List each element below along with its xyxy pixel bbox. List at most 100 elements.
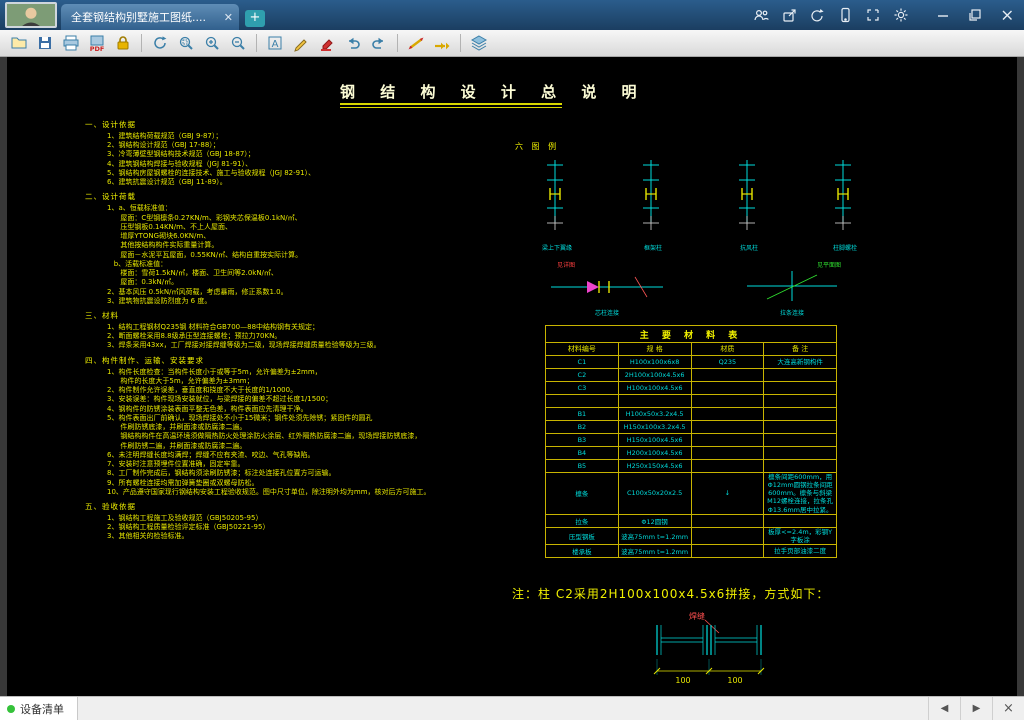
measure-length-button[interactable] xyxy=(403,31,429,55)
print-button[interactable] xyxy=(58,31,84,55)
cell-material-no: C1 xyxy=(546,356,619,369)
measure-continuous-button[interactable] xyxy=(429,31,455,55)
cell-material-no: C2 xyxy=(546,369,619,382)
tab-title: 全套钢结构别墅施工图纸.... xyxy=(71,9,218,25)
table-row: B2 H150x100x3.2x4.5 xyxy=(546,421,837,434)
legend-note: 见平面图 xyxy=(737,260,841,269)
cell-grade xyxy=(691,434,764,447)
section-heading: 三、材料 xyxy=(85,310,535,321)
zoom-window-icon xyxy=(177,34,195,52)
pen-icon xyxy=(292,34,310,52)
cell-spec: 波高75mm t=1.2mm xyxy=(618,527,691,544)
cell-grade: ↓ xyxy=(691,473,764,515)
zoom-out-icon xyxy=(229,34,247,52)
canvas-frame: 钢 结 构 设 计 总 说 明 一、设计依据 1、建筑结构荷载规范（GBJ 9-… xyxy=(0,57,1024,696)
legend-heading: 六 图 例 xyxy=(515,141,907,152)
cell-note: 大连高新钢构件 xyxy=(764,356,837,369)
contacts-button[interactable] xyxy=(752,6,770,24)
undo-button[interactable] xyxy=(340,31,366,55)
new-tab-button[interactable]: + xyxy=(245,10,265,27)
cell-spec: 2H100x100x4.5x6 xyxy=(618,369,691,382)
column-symbol-icon xyxy=(621,158,685,238)
device-list-panel-toggle[interactable]: 设备清单 xyxy=(0,697,78,720)
cell-material-no: 檩条 xyxy=(546,473,619,515)
legend-symbol: 框架柱 xyxy=(617,158,689,252)
weld-label: 焊缝 xyxy=(689,611,705,621)
table-row: C2 2H100x100x4.5x6 xyxy=(546,369,837,382)
avatar-photo xyxy=(7,4,55,28)
zoom-window-button[interactable] xyxy=(173,31,199,55)
column-symbol-icon xyxy=(717,158,781,238)
legend-symbol: 柱脚螺栓 xyxy=(809,158,881,252)
zoom-in-button[interactable] xyxy=(199,31,225,55)
legend-symbol-lower: 见平面图 拉条连接 xyxy=(737,260,847,317)
maximize-button[interactable] xyxy=(966,6,984,24)
settings-button[interactable] xyxy=(892,6,910,24)
table-row xyxy=(546,395,837,408)
minimize-button[interactable] xyxy=(934,6,952,24)
undo-icon xyxy=(344,34,362,52)
column-header: 备 注 xyxy=(764,343,837,356)
pen-annotate-button[interactable] xyxy=(288,31,314,55)
highlighter-button[interactable] xyxy=(314,31,340,55)
legend-symbols: 梁上下翼缘 xyxy=(521,158,907,252)
spec-section: 四、构件制作、运输、安装要求 1、构件长度检查：当构件长度小于或等于5m，允许偏… xyxy=(85,355,535,497)
drawing-canvas[interactable]: 钢 结 构 设 计 总 说 明 一、设计依据 1、建筑结构荷载规范（GBJ 9-… xyxy=(7,57,1017,696)
toolbar-separator xyxy=(256,34,257,52)
legend-label: 柱脚螺栓 xyxy=(809,243,881,252)
next-page-button[interactable]: ▶ xyxy=(960,697,992,720)
layers-button[interactable] xyxy=(466,31,492,55)
cell-material-no: 楼承板 xyxy=(546,544,619,557)
table-row: B5 H250x150x4.5x6 xyxy=(546,460,837,473)
dim-right: 100 xyxy=(727,676,742,685)
export-pdf-button[interactable]: PDF xyxy=(84,31,110,55)
zoom-in-icon xyxy=(203,34,221,52)
rotate-view-icon xyxy=(151,34,169,52)
lock-button[interactable] xyxy=(110,31,136,55)
avatar[interactable] xyxy=(5,2,57,28)
spec-section: 一、设计依据 1、建筑结构荷载规范（GBJ 9-87）； 2、钢结构设计规范（G… xyxy=(85,119,535,187)
share-button[interactable] xyxy=(780,6,798,24)
fullscreen-icon xyxy=(865,7,881,23)
save-icon xyxy=(36,34,54,52)
dim-left: 100 xyxy=(675,676,690,685)
share-icon xyxy=(781,7,797,23)
cell-material-no: C3 xyxy=(546,382,619,395)
save-button[interactable] xyxy=(32,31,58,55)
cell-grade xyxy=(691,544,764,557)
text-annotate-button[interactable]: A xyxy=(262,31,288,55)
measure-continuous-icon xyxy=(433,34,451,52)
cell-note xyxy=(764,395,837,408)
column-header: 材料编号 xyxy=(546,343,619,356)
mobile-button[interactable] xyxy=(836,6,854,24)
lock-icon xyxy=(114,34,132,52)
maximize-icon xyxy=(967,7,983,23)
cell-material-no: 拉条 xyxy=(546,514,619,527)
section-heading: 五、验收依据 xyxy=(85,501,535,512)
sync-icon xyxy=(809,7,825,23)
app-window: 全套钢结构别墅施工图纸.... ✕ + xyxy=(0,0,1024,720)
redo-icon xyxy=(370,34,388,52)
zoom-out-button[interactable] xyxy=(225,31,251,55)
cell-grade xyxy=(691,382,764,395)
document-tab[interactable]: 全套钢结构别墅施工图纸.... ✕ xyxy=(61,4,239,30)
legend-label: 框架柱 xyxy=(617,243,689,252)
redo-button[interactable] xyxy=(366,31,392,55)
column-symbol-icon xyxy=(525,158,589,238)
fullscreen-button[interactable] xyxy=(864,6,882,24)
cell-spec: H100x100x4.5x6 xyxy=(618,382,691,395)
cell-note xyxy=(764,421,837,434)
legend-symbol: 抗风柱 xyxy=(713,158,785,252)
open-button[interactable] xyxy=(6,31,32,55)
cell-grade xyxy=(691,421,764,434)
sync-button[interactable] xyxy=(808,6,826,24)
rotate-view-button[interactable] xyxy=(147,31,173,55)
cell-note xyxy=(764,434,837,447)
close-panel-button[interactable]: × xyxy=(992,697,1024,720)
cell-material-no: B5 xyxy=(546,460,619,473)
cell-spec: Φ12圆钢 xyxy=(618,514,691,527)
tab-close-icon[interactable]: ✕ xyxy=(224,11,233,24)
splice-symbol-icon xyxy=(547,269,667,303)
close-button[interactable] xyxy=(998,6,1016,24)
prev-page-button[interactable]: ◀ xyxy=(928,697,960,720)
